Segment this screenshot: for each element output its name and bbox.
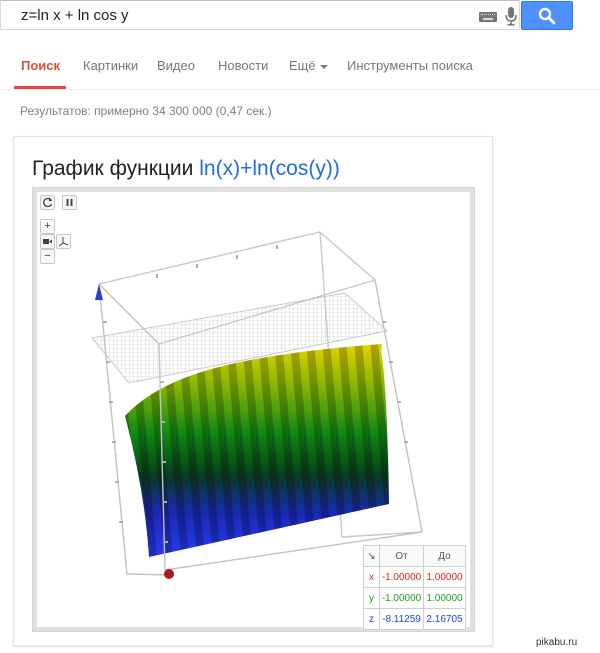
tab-video[interactable]: Видео: [157, 58, 195, 73]
range-row-z: z -8.11259 2.16705: [363, 608, 466, 630]
search-tabs: Поиск Картинки Видео Новости Ещё Инструм…: [0, 52, 600, 90]
range-table: ↘ От До x -1.00000 1.00000 y -1.00000 1.…: [363, 545, 466, 630]
range-var: y: [363, 587, 380, 609]
camera-icon[interactable]: [40, 234, 55, 249]
range-from-input[interactable]: -1.00000: [379, 566, 424, 588]
axes-icon[interactable]: [56, 234, 71, 249]
microphone-icon[interactable]: [504, 6, 518, 26]
range-to-input[interactable]: 1.00000: [423, 566, 466, 588]
graph-title-prefix: График функции: [32, 157, 200, 180]
tab-news[interactable]: Новости: [218, 58, 268, 73]
header-from: От: [379, 545, 424, 567]
results-stats: Результатов: примерно 34 300 000 (0,47 с…: [20, 104, 272, 118]
search-icon: [538, 7, 556, 25]
range-var: x: [363, 566, 380, 588]
table-corner-icon: ↘: [363, 545, 380, 567]
search-input[interactable]: z=ln x + ln cos y: [0, 0, 520, 30]
range-to-input[interactable]: 1.00000: [423, 587, 466, 609]
range-row-y: y -1.00000 1.00000: [363, 587, 466, 609]
zoom-out-button[interactable]: −: [40, 249, 55, 264]
tab-search-tools[interactable]: Инструменты поиска: [347, 58, 473, 73]
tab-search[interactable]: Поиск: [21, 58, 60, 73]
pause-icon[interactable]: [62, 195, 77, 210]
chevron-down-icon: [319, 64, 328, 69]
tab-more-label: Ещё: [289, 58, 316, 73]
tab-images[interactable]: Картинки: [83, 58, 138, 73]
graph-title: График функции ln(x)+ln(cos(y)): [32, 157, 340, 181]
keyboard-icon[interactable]: [479, 12, 497, 22]
range-from-input[interactable]: -1.00000: [379, 587, 424, 609]
search-bar: z=ln x + ln cos y: [0, 0, 600, 32]
range-to-input[interactable]: 2.16705: [423, 608, 466, 630]
range-row-x: x -1.00000 1.00000: [363, 566, 466, 588]
origin-point: [164, 569, 174, 579]
range-from-input[interactable]: -8.11259: [379, 608, 424, 630]
search-query-text: z=ln x + ln cos y: [21, 7, 129, 24]
search-button[interactable]: [521, 1, 573, 30]
graph-function-link[interactable]: ln(x)+ln(cos(y)): [199, 157, 340, 180]
range-var: z: [363, 608, 380, 630]
header-to: До: [423, 545, 466, 567]
watermark: pikabu.ru: [536, 637, 578, 648]
zoom-in-button[interactable]: +: [40, 219, 55, 234]
active-tab-indicator: [14, 86, 66, 89]
refresh-icon[interactable]: [40, 195, 55, 210]
tab-more[interactable]: Ещё: [289, 58, 328, 73]
